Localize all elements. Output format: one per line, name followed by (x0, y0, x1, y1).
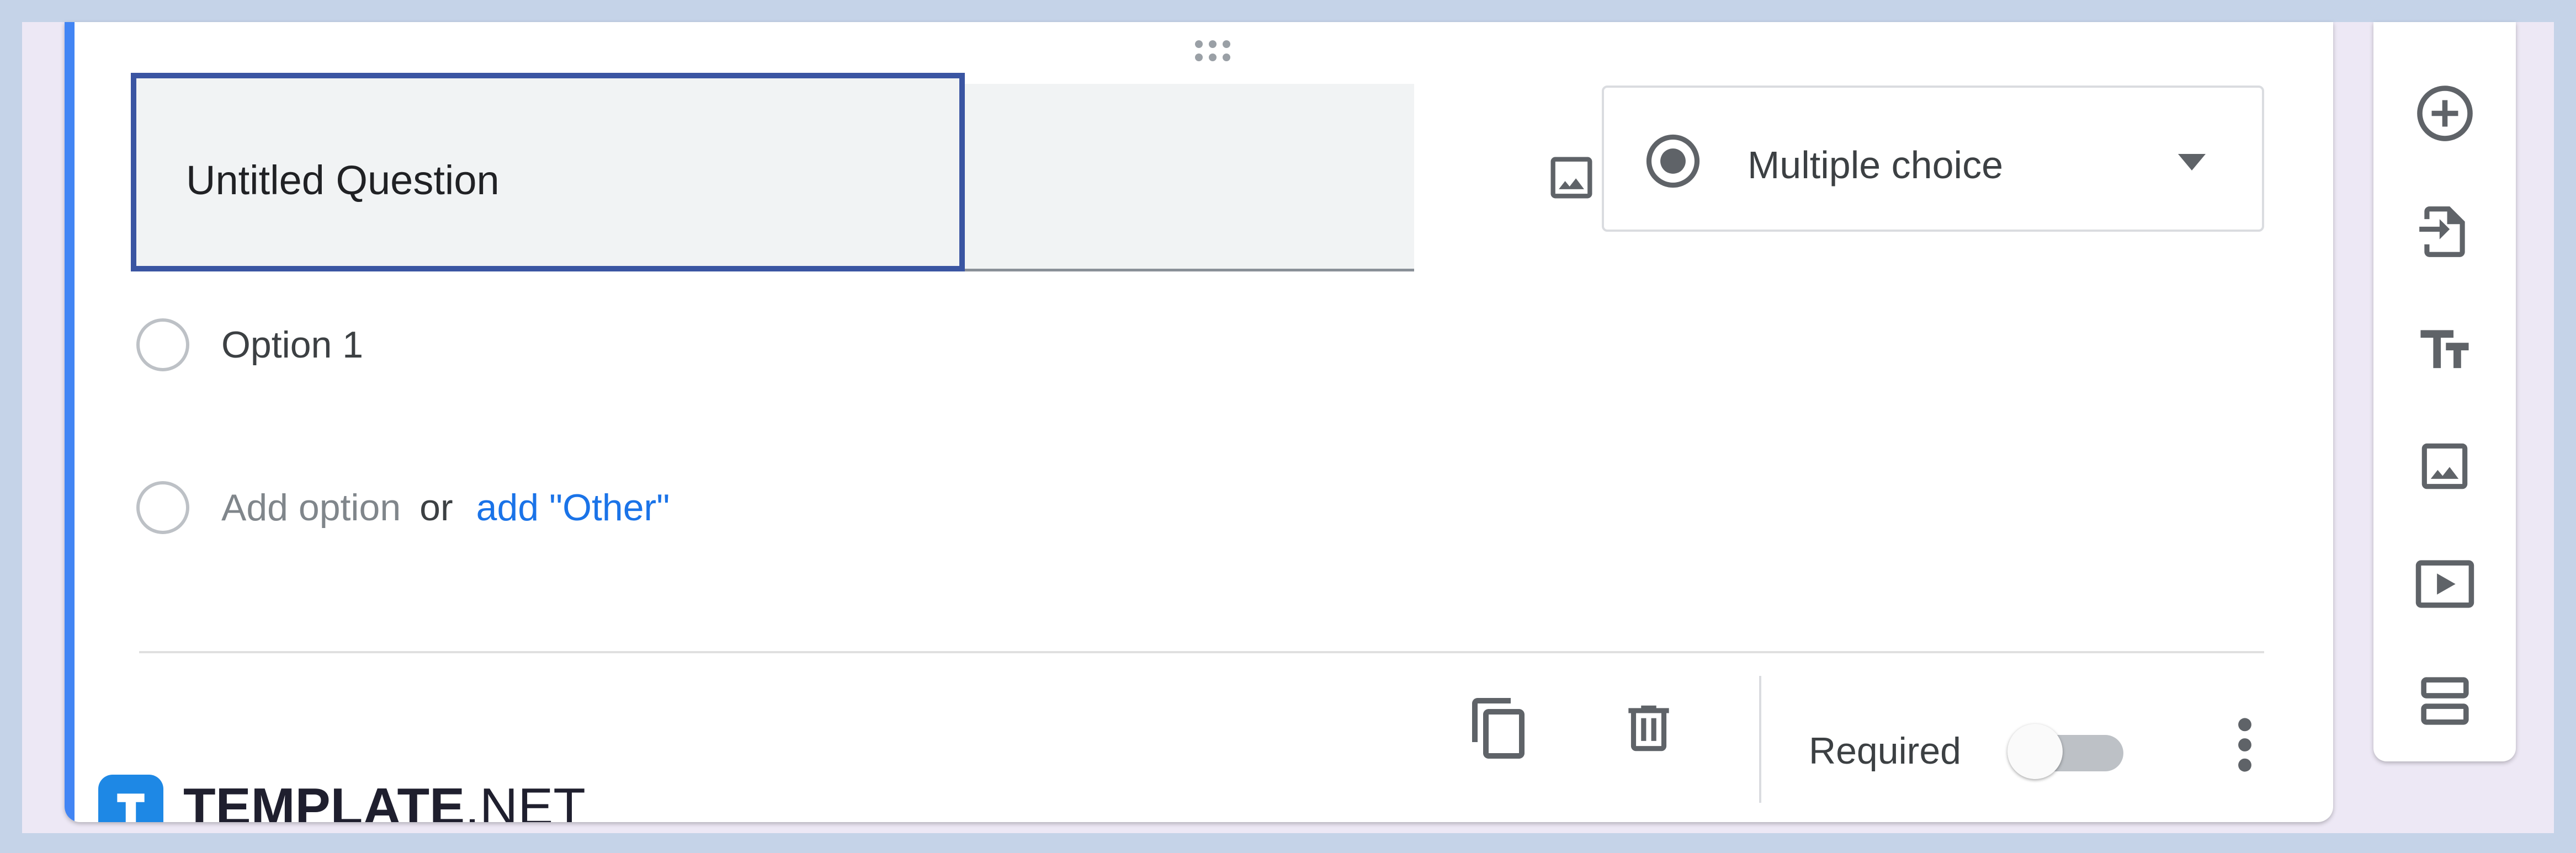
active-card-accent (65, 22, 75, 822)
required-label: Required (1809, 730, 1961, 772)
brand-name-suffix: .NET (465, 777, 586, 823)
option-label[interactable]: Option 1 (221, 323, 363, 366)
add-section-icon (2420, 676, 2469, 725)
option-item[interactable]: Option 1 (136, 314, 363, 375)
add-image-button[interactable] (2406, 428, 2483, 505)
import-questions-icon (2419, 206, 2465, 257)
dropdown-caret-icon (2178, 154, 2206, 170)
brand-name: TEMPLATE.NET (183, 777, 586, 823)
template-logo-icon (98, 774, 163, 822)
title-text-icon (2420, 330, 2469, 369)
question-type-label: Multiple choice (1748, 143, 2003, 186)
question-type-dropdown[interactable]: Multiple choice (1602, 86, 2264, 232)
footer-divider (139, 651, 2264, 653)
footer-separator (1759, 676, 1761, 803)
add-image-icon (2421, 443, 2468, 489)
floating-toolbar (2373, 22, 2516, 761)
more-vert-icon (2238, 718, 2251, 772)
radio-empty-icon (136, 481, 189, 534)
add-video-button[interactable] (2406, 545, 2483, 622)
question-title-input[interactable]: Untitled Question (186, 160, 500, 201)
duplicate-icon (1472, 698, 1525, 759)
more-options-button[interactable] (2223, 709, 2267, 781)
import-questions-button[interactable] (2406, 193, 2483, 270)
template-net-watermark: TEMPLATE.NET (98, 772, 586, 822)
add-question-button[interactable] (2406, 74, 2483, 152)
add-question-icon (2416, 85, 2473, 141)
drag-handle-icon[interactable] (1180, 34, 1246, 67)
radio-empty-icon (136, 318, 189, 371)
trash-icon (1628, 705, 1669, 751)
required-toggle[interactable] (2007, 724, 2129, 779)
add-other-link[interactable]: add "Other" (476, 486, 670, 529)
toggle-thumb (2007, 724, 2063, 779)
brand-name-bold: TEMPLATE (183, 777, 465, 823)
duplicate-button[interactable] (1461, 690, 1538, 767)
radio-button-icon (1646, 134, 1700, 188)
question-card[interactable]: Untitled Question Multiple choice Option… (65, 22, 2333, 822)
or-label: or (419, 487, 453, 529)
add-video-icon (2415, 559, 2474, 608)
add-option-row[interactable]: Add option or add "Other" (136, 477, 670, 538)
insert-image-button[interactable] (1538, 145, 1605, 211)
image-icon (1550, 157, 1592, 199)
add-title-button[interactable] (2406, 312, 2483, 389)
add-section-button[interactable] (2406, 662, 2483, 739)
delete-button[interactable] (1610, 690, 1687, 767)
add-option-button[interactable]: Add option (221, 486, 401, 529)
